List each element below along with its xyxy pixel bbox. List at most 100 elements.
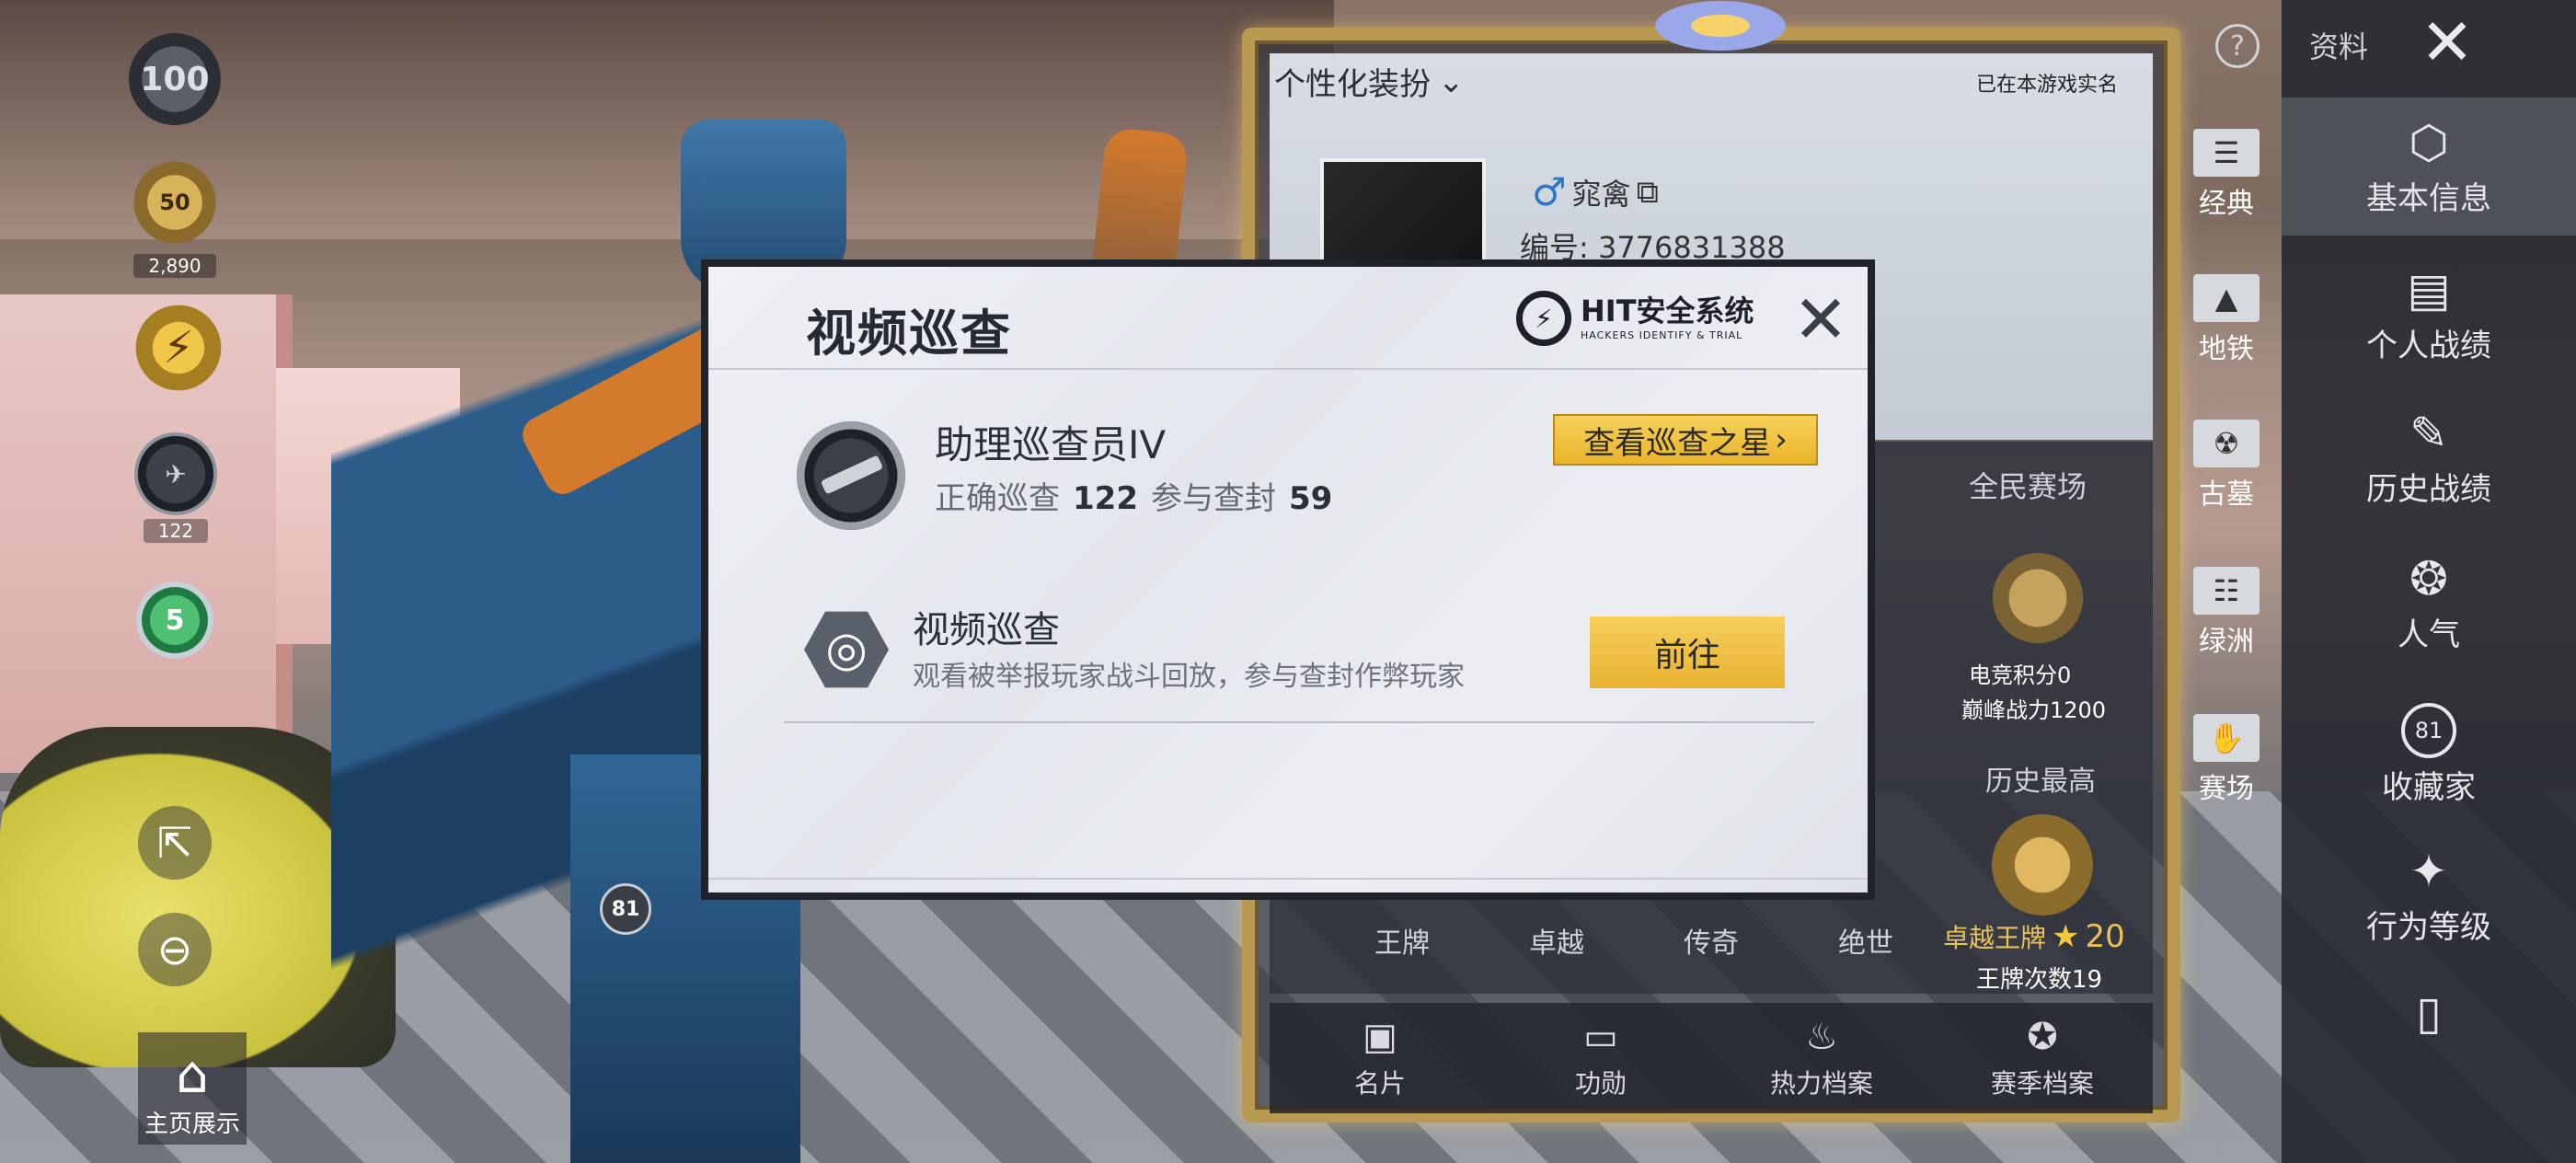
dialog-body: 视频巡查 ⚡ HIT安全系统 HACKERS IDENTIFY & TRIAL …: [708, 267, 1868, 892]
nav-label: 收藏家: [2382, 769, 2476, 806]
ban-label: 参与查封: [1150, 480, 1276, 517]
hit-logo-icon: ⚡: [1516, 291, 1571, 346]
go-button[interactable]: 前往: [1590, 616, 1785, 688]
top-rank-badge[interactable]: 100: [129, 33, 221, 125]
tier-level-icon: 50: [127, 155, 223, 250]
tab-card[interactable]: ▣ 名片: [1270, 1003, 1490, 1113]
player-name-row: ♂ 窕禽 ⧉: [1532, 169, 1659, 214]
behavior-icon: ✦: [2409, 845, 2448, 898]
patrol-rank-icon: [797, 421, 905, 530]
mode-label: 绿洲: [2199, 626, 2254, 658]
male-gender-icon: ♂: [1532, 169, 1567, 214]
emblem-81: 81: [600, 883, 651, 935]
season-icon: ✪: [2027, 1016, 2058, 1058]
correct-value: 122: [1073, 480, 1138, 517]
nav-more[interactable]: ▯: [2282, 986, 2576, 1040]
row-divider: [784, 721, 1814, 723]
dressup-dropdown[interactable]: 个性化装扮 ⌄: [1274, 59, 1465, 104]
lightning-badge[interactable]: ⚡: [127, 296, 230, 399]
medal-icon: ▭: [1583, 1016, 1618, 1058]
bottom-divider: [708, 878, 1868, 880]
current-tier: 卓越王牌 ★ 20: [1943, 918, 2125, 955]
nav-popularity[interactable]: ❂ 人气: [2282, 552, 2576, 654]
mode-oasis[interactable]: ☷ 绿洲: [2171, 567, 2282, 659]
popularity-icon: ❂: [2409, 552, 2448, 605]
star-icon: ★: [2052, 918, 2080, 955]
hit-logo-sub: HACKERS IDENTIFY & TRIAL: [1581, 328, 1743, 341]
share-button[interactable]: ⇱: [138, 806, 212, 880]
homepage-label: 主页展示: [144, 1111, 240, 1138]
nav-label: 基本信息: [2366, 179, 2491, 217]
mode-classic[interactable]: ☰ 经典: [2171, 129, 2282, 221]
nav-personal-stats[interactable]: ▤ 个人战绩: [2282, 263, 2576, 365]
green-level-badge[interactable]: 5: [136, 582, 213, 659]
player-name: 窕禽: [1571, 176, 1631, 212]
arena-title: 全民赛场: [1969, 469, 2087, 504]
card-icon: ▣: [1363, 1016, 1397, 1058]
document-icon: ▯: [2416, 986, 2442, 1040]
emblem-icon: 81: [600, 883, 651, 935]
chevron-right-icon: ›: [1775, 421, 1788, 458]
view-patrol-star-button[interactable]: 查看巡查之星 ›: [1553, 414, 1818, 466]
lightning-icon: ⚡: [127, 296, 230, 399]
tier-label: 王牌: [1374, 927, 1430, 960]
share-icon: ⇱: [138, 806, 212, 880]
tab-label: 赛季档案: [1990, 1068, 2094, 1099]
tab-merit[interactable]: ▭ 功勋: [1490, 1003, 1711, 1113]
nav-history-stats[interactable]: ✎ 历史战绩: [2282, 407, 2576, 509]
home-icon: ⌂: [176, 1045, 209, 1105]
rifle-icon: [820, 455, 884, 495]
history-high-title: 历史最高: [1985, 766, 2096, 798]
mode-arena[interactable]: ✋ 赛场: [2171, 714, 2282, 806]
tab-label: 名片: [1353, 1068, 1406, 1099]
tier-points: 2,890: [133, 254, 216, 278]
rank-100-icon: 100: [129, 33, 221, 125]
mode-label: 赛场: [2199, 773, 2254, 805]
mode-label: 古墓: [2199, 478, 2254, 511]
classic-icon: ☰: [2193, 129, 2260, 177]
nav-basic-info[interactable]: ⬡ 基本信息: [2282, 98, 2576, 236]
topbar-title: 资料: [2309, 29, 2369, 64]
hit-logo-main: HIT安全系统: [1581, 293, 1754, 328]
current-tier-level: 20: [2085, 918, 2125, 955]
patrol-count: 122: [143, 519, 209, 543]
patrol-badge[interactable]: ✈ 122: [134, 432, 217, 543]
dressup-label: 个性化装扮: [1274, 66, 1431, 103]
nav-collector[interactable]: 81 收藏家: [2282, 703, 2576, 807]
star-button-label: 查看巡查之星: [1583, 424, 1772, 462]
tab-label: 热力档案: [1769, 1068, 1873, 1099]
mode-label: 经典: [2199, 188, 2254, 220]
mode-metro[interactable]: ▲ 地铁: [2171, 274, 2282, 366]
nav-label: 个人战绩: [2366, 328, 2491, 364]
homepage-display-button[interactable]: ⌂ 主页展示: [138, 1032, 247, 1145]
oasis-icon: ☷: [2193, 567, 2260, 615]
nav-behavior-level[interactable]: ✦ 行为等级: [2282, 845, 2576, 947]
close-icon[interactable]: ✕: [1787, 285, 1855, 353]
tier-label: 传奇: [1684, 927, 1739, 960]
dialog-title: 视频巡查: [806, 305, 1012, 363]
ace-count: 王牌次数19: [1976, 966, 2103, 994]
verified-text: 已在本游戏实名: [1976, 74, 2119, 97]
crosshair-icon: ◎: [804, 611, 889, 688]
mode-tomb[interactable]: ☢ 古墓: [2171, 420, 2282, 512]
tier-label: 卓越: [1529, 927, 1584, 960]
zoom-out-button[interactable]: ⊖: [138, 913, 212, 986]
chevron-down-icon: ⌄: [1438, 63, 1465, 100]
collector-icon: 81: [2401, 703, 2456, 758]
crown-ornament-icon: [1619, 0, 1822, 64]
arena-rank-icon: [1978, 543, 2098, 653]
patrol-stats: 正确巡查 122 参与查封 59: [935, 473, 1332, 518]
tier-badge[interactable]: 50 2,890: [127, 155, 223, 278]
zoom-out-icon: ⊖: [138, 913, 212, 986]
tab-season-archive[interactable]: ✪ 赛季档案: [1932, 1003, 2153, 1113]
copy-icon[interactable]: ⧉: [1637, 174, 1659, 211]
nav-label: 人气: [2398, 616, 2460, 653]
tab-heat-archive[interactable]: ♨ 热力档案: [1711, 1003, 1932, 1113]
tab-label: 功勋: [1574, 1068, 1627, 1099]
arena-icon: ✋: [2193, 714, 2260, 762]
help-icon[interactable]: ?: [2215, 24, 2260, 68]
correct-label: 正确巡查: [935, 480, 1060, 517]
header-divider: [708, 368, 1868, 370]
close-icon[interactable]: ✕: [2401, 5, 2493, 80]
flame-icon: ♨: [1805, 1016, 1838, 1058]
